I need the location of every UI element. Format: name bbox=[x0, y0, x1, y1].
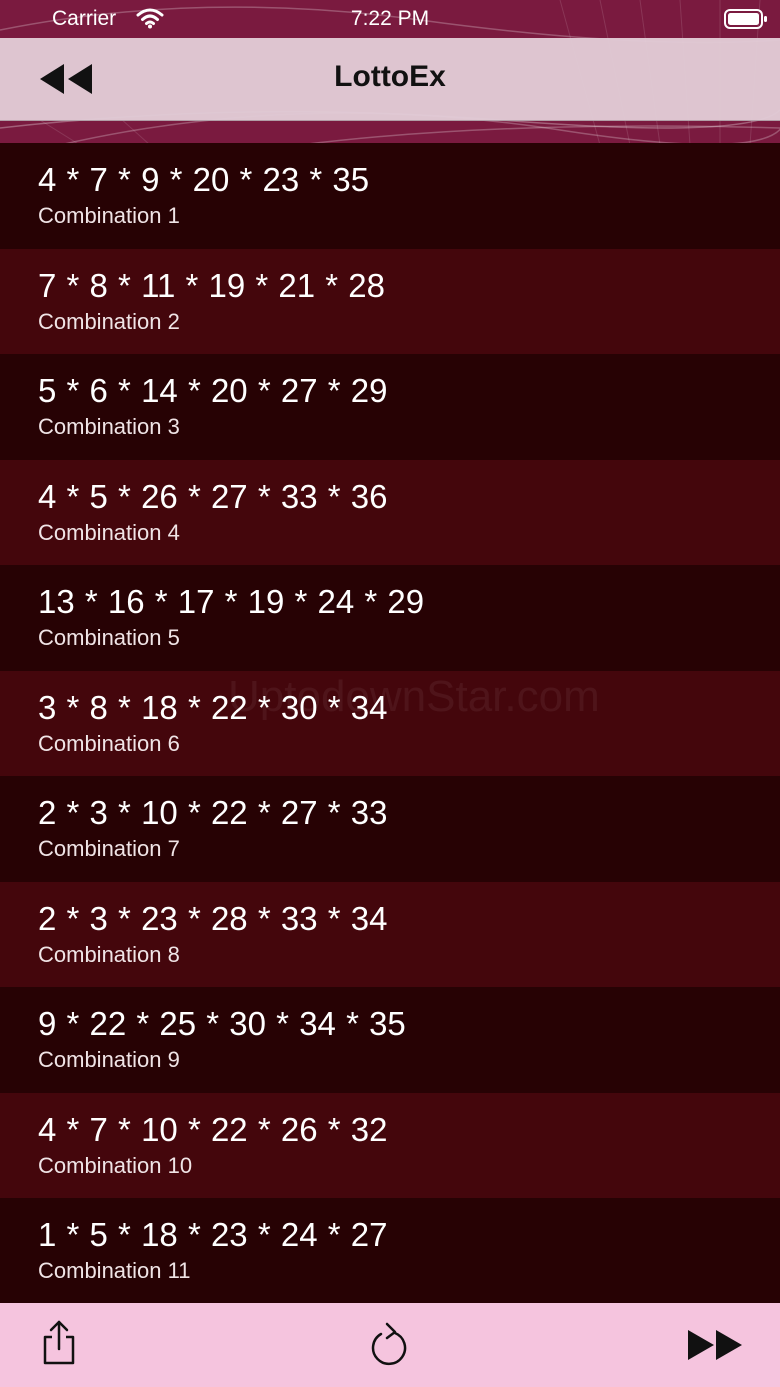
combination-numbers: 2 * 3 * 10 * 22 * 27 * 33 bbox=[38, 794, 388, 831]
page-title: LottoEx bbox=[334, 60, 446, 93]
battery-icon bbox=[724, 8, 768, 36]
navigation-bar: LottoEx bbox=[0, 38, 780, 121]
list-item[interactable]: 4 * 5 * 26 * 27 * 33 * 36 Combination 4 bbox=[0, 459, 780, 565]
combination-numbers: 1 * 5 * 18 * 23 * 24 * 27 bbox=[38, 1216, 388, 1253]
fast-forward-button[interactable] bbox=[686, 1327, 744, 1363]
combination-label: Combination 11 bbox=[38, 1258, 191, 1283]
list-item[interactable]: 9 * 22 * 25 * 30 * 34 * 35 Combination 9 bbox=[0, 987, 780, 1093]
refresh-icon bbox=[371, 1322, 407, 1366]
refresh-button[interactable] bbox=[368, 1321, 410, 1369]
combination-label: Combination 3 bbox=[38, 414, 180, 439]
list-item[interactable]: 3 * 8 * 18 * 22 * 30 * 34 Combination 6 bbox=[0, 670, 780, 776]
combination-numbers: 2 * 3 * 23 * 28 * 33 * 34 bbox=[38, 899, 388, 937]
combination-numbers: 3 * 8 * 18 * 22 * 30 * 34 bbox=[38, 688, 388, 726]
combination-label: Combination 4 bbox=[38, 519, 180, 545]
combination-numbers: 9 * 22 * 25 * 30 * 34 * 35 bbox=[38, 1005, 406, 1042]
combination-numbers: 4 * 7 * 10 * 22 * 26 * 32 bbox=[38, 1110, 388, 1148]
combination-numbers: 5 * 6 * 14 * 20 * 27 * 29 bbox=[38, 372, 388, 409]
combination-label: Combination 5 bbox=[38, 625, 180, 650]
combination-label: Combination 9 bbox=[38, 1047, 180, 1072]
combination-numbers: 13 * 16 * 17 * 19 * 24 * 29 bbox=[38, 583, 425, 620]
bottom-toolbar bbox=[0, 1303, 780, 1387]
list-item[interactable]: 4 * 7 * 9 * 20 * 23 * 35 Combination 1 bbox=[0, 143, 780, 249]
combination-numbers: 4 * 7 * 9 * 20 * 23 * 35 bbox=[38, 161, 370, 198]
combination-label: Combination 1 bbox=[38, 203, 180, 228]
fast-forward-icon bbox=[688, 1330, 742, 1360]
combination-label: Combination 8 bbox=[38, 941, 180, 967]
list-item[interactable]: 2 * 3 * 23 * 28 * 33 * 34 Combination 8 bbox=[0, 881, 780, 987]
share-button[interactable] bbox=[40, 1319, 78, 1367]
status-bar: Carrier 7:22 PM bbox=[0, 0, 780, 38]
list-item[interactable]: 5 * 6 * 14 * 20 * 27 * 29 Combination 3 bbox=[0, 354, 780, 460]
list-item[interactable]: 2 * 3 * 10 * 22 * 27 * 33 Combination 7 bbox=[0, 776, 780, 882]
combination-list: 4 * 7 * 9 * 20 * 23 * 35 Combination 1 7… bbox=[0, 143, 780, 1304]
list-item[interactable]: 7 * 8 * 11 * 19 * 21 * 28 Combination 2 bbox=[0, 248, 780, 354]
combination-numbers: 4 * 5 * 26 * 27 * 33 * 36 bbox=[38, 477, 388, 515]
list-item[interactable]: 1 * 5 * 18 * 23 * 24 * 27 Combination 11 bbox=[0, 1198, 780, 1304]
combination-numbers: 7 * 8 * 11 * 19 * 21 * 28 bbox=[38, 266, 385, 304]
list-item[interactable]: 13 * 16 * 17 * 19 * 24 * 29 Combination … bbox=[0, 565, 780, 671]
list-item[interactable]: 4 * 7 * 10 * 22 * 26 * 32 Combination 10 bbox=[0, 1092, 780, 1198]
share-icon bbox=[43, 1320, 75, 1365]
combination-label: Combination 2 bbox=[38, 308, 180, 334]
status-time: 7:22 PM bbox=[350, 7, 430, 30]
combination-label: Combination 7 bbox=[38, 836, 180, 861]
combination-label: Combination 6 bbox=[38, 730, 180, 756]
combination-label: Combination 10 bbox=[38, 1152, 193, 1178]
